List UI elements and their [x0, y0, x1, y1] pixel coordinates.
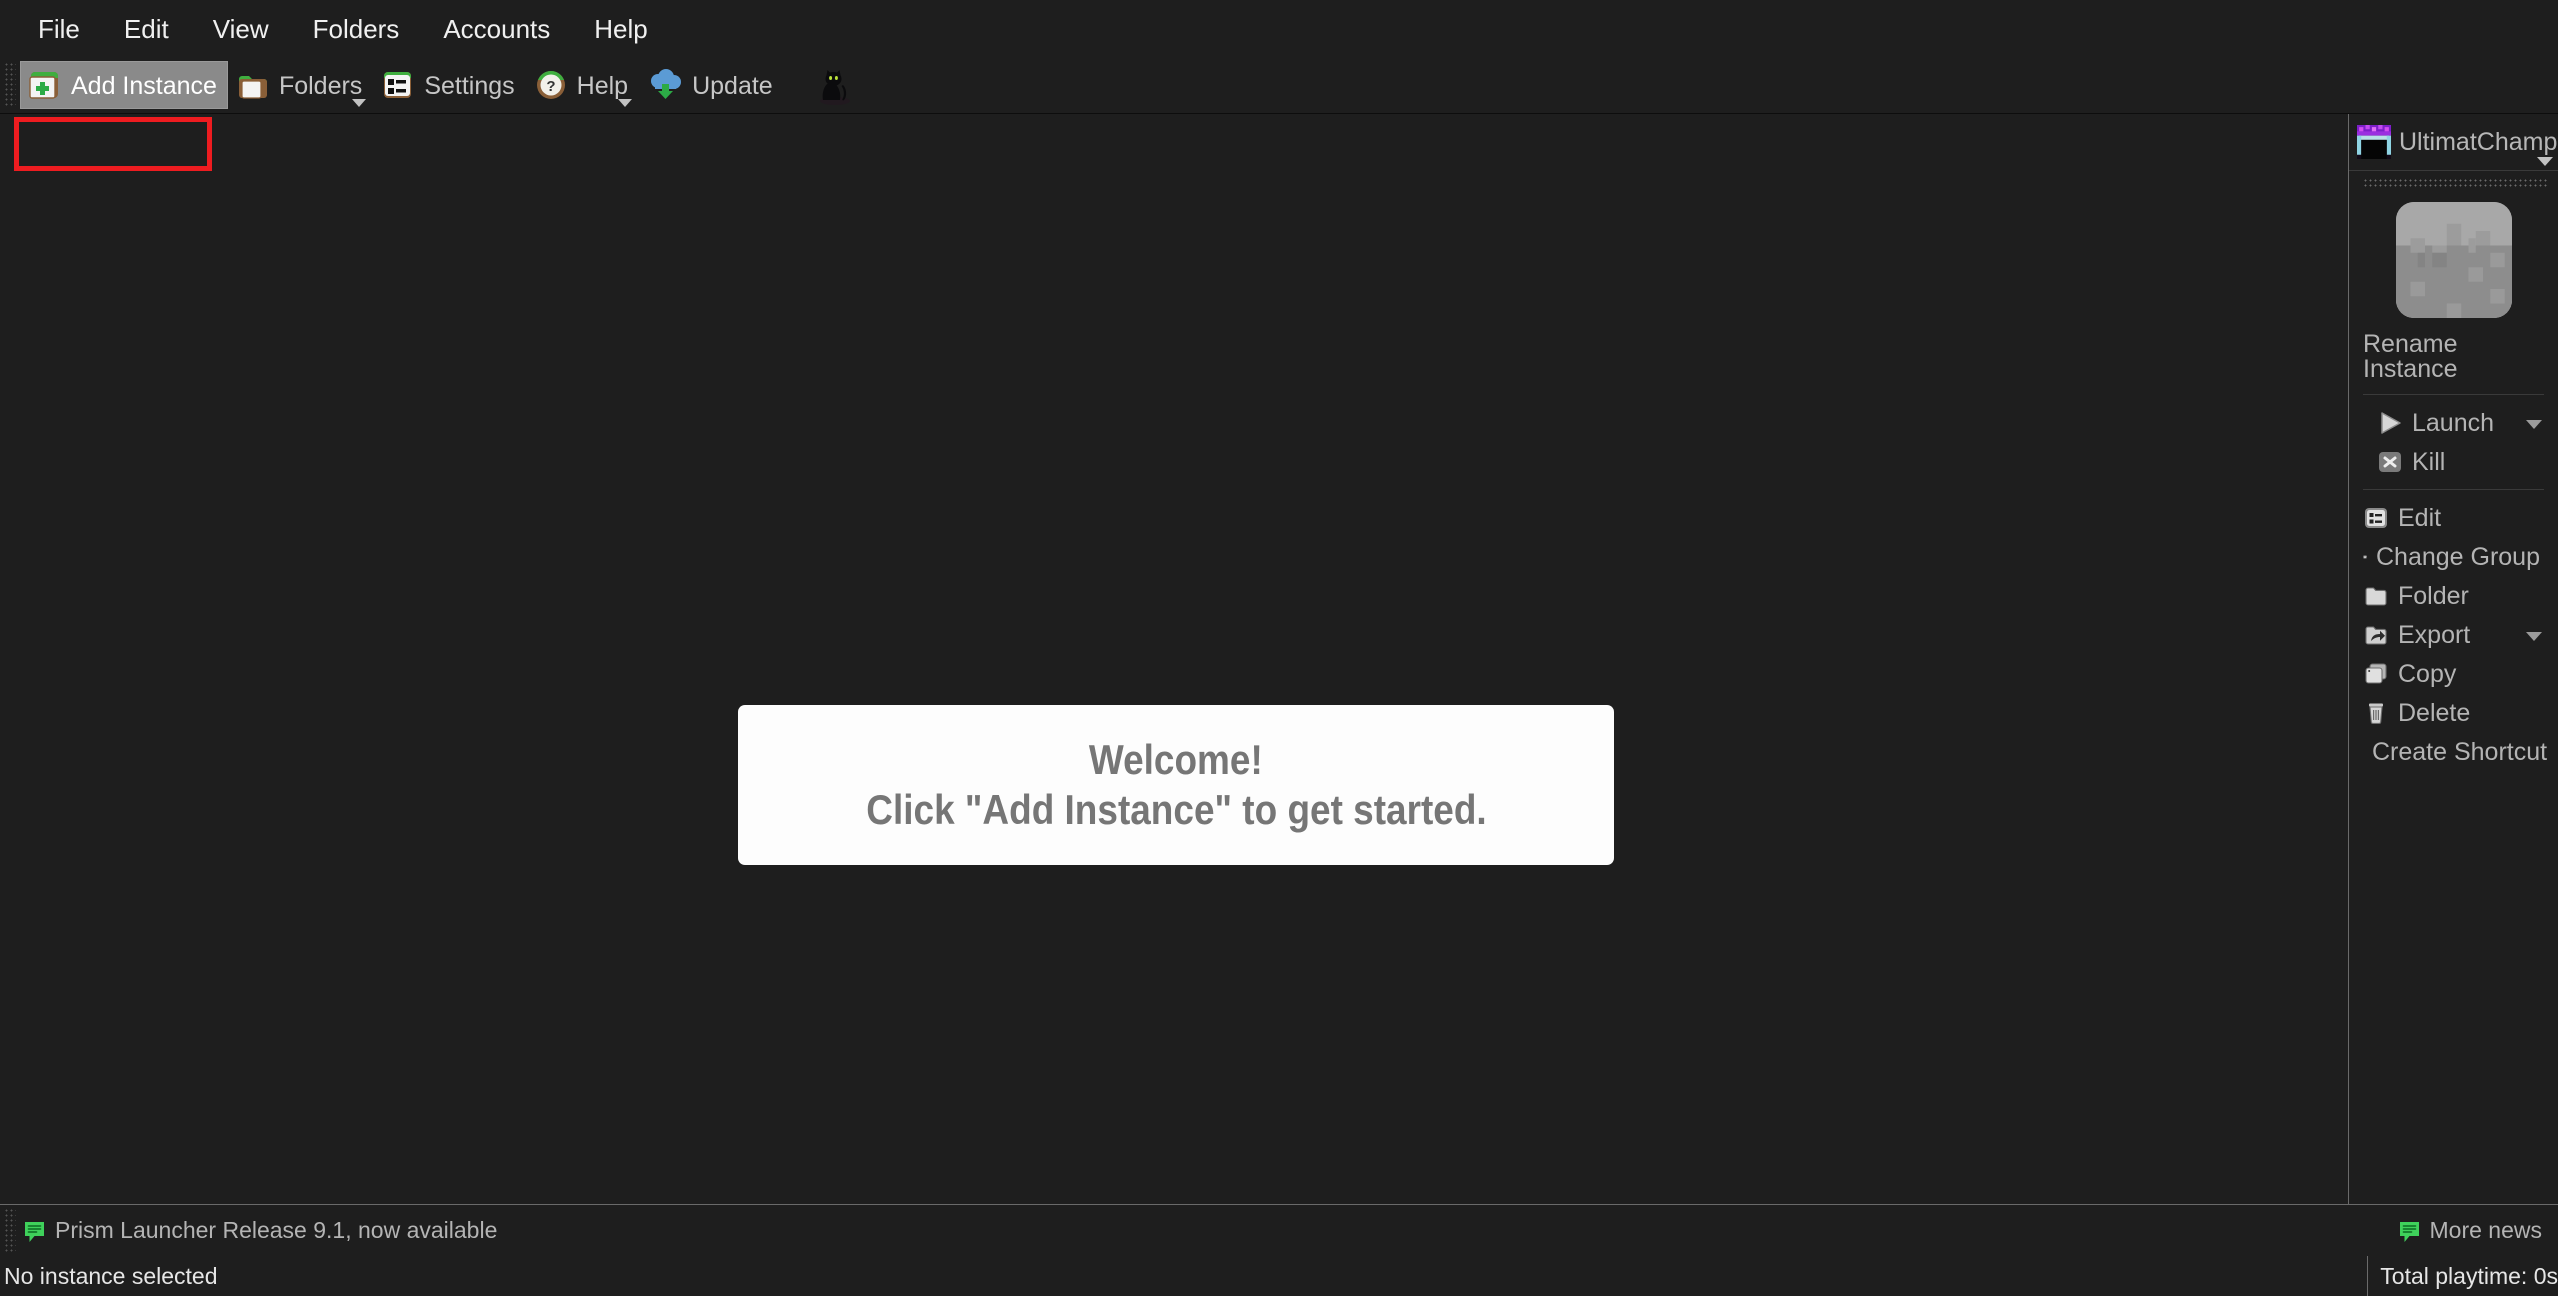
- update-button[interactable]: Update: [639, 61, 784, 109]
- sidebar-action-export[interactable]: Export: [2363, 615, 2544, 654]
- sidebar-action-edit-label: Edit: [2398, 504, 2442, 532]
- prism-launcher-window: File Edit View Folders Accounts Help Add…: [0, 0, 2558, 1296]
- account-selector[interactable]: UltimatChamp: [2349, 114, 2558, 171]
- chevron-down-icon[interactable]: [2526, 631, 2542, 641]
- folder-icon: [238, 76, 267, 99]
- sidebar-action-delete[interactable]: Delete: [2363, 693, 2544, 732]
- body-area: Welcome! Click "Add Instance" to get sta…: [0, 114, 2558, 1204]
- sidebar-action-copy[interactable]: Copy: [2363, 654, 2544, 693]
- status-selection: No instance selected: [4, 1262, 218, 1289]
- menu-accounts[interactable]: Accounts: [421, 10, 572, 48]
- sidebar-action-copy-label: Copy: [2398, 660, 2457, 688]
- sidebar-action-launch-label: Launch: [2412, 409, 2495, 437]
- sidebar-actions-primary: Launch Kill: [2363, 395, 2544, 490]
- sidebar-action-create-shortcut-label: Create Shortcut: [2372, 738, 2548, 766]
- kill-x-icon: [2379, 451, 2401, 472]
- cat-button[interactable]: [784, 61, 868, 109]
- edit-list-icon: [2365, 507, 2387, 528]
- trash-icon: [2369, 703, 2383, 724]
- chevron-down-icon[interactable]: [2537, 157, 2553, 166]
- menu-view[interactable]: View: [191, 10, 291, 48]
- menu-folders[interactable]: Folders: [291, 10, 422, 48]
- menu-bar: File Edit View Folders Accounts Help: [0, 0, 2558, 57]
- avatar: [2357, 125, 2391, 159]
- settings-icon: [384, 72, 412, 98]
- folders-button[interactable]: Folders: [228, 61, 373, 109]
- welcome-subtitle: Click "Add Instance" to get started.: [865, 786, 1487, 833]
- newsbar-drag-handle[interactable]: [4, 1208, 16, 1254]
- sidebar-action-change-group[interactable]: Change Group: [2363, 537, 2544, 576]
- menu-edit[interactable]: Edit: [102, 10, 191, 48]
- sidebar-action-export-label: Export: [2398, 621, 2471, 649]
- news-bar: Prism Launcher Release 9.1, now availabl…: [0, 1204, 2558, 1256]
- chevron-down-icon[interactable]: [2526, 419, 2542, 429]
- status-bar: No instance selected Total playtime: 0s: [0, 1256, 2558, 1296]
- help-question-icon: ?: [536, 71, 565, 99]
- status-playtime: Total playtime: 0s: [2367, 1256, 2558, 1296]
- instance-sidebar: UltimatChamp Rename Instance Launch Kill…: [2348, 114, 2558, 1204]
- instance-list-area[interactable]: Welcome! Click "Add Instance" to get sta…: [0, 114, 2348, 1204]
- account-name: UltimatChamp: [2399, 127, 2558, 156]
- add-instance-icon: [29, 72, 58, 99]
- sidebar-action-folder-label: Folder: [2398, 582, 2469, 610]
- export-share-icon: [2365, 625, 2387, 645]
- tag-icon: [2363, 554, 2367, 559]
- chevron-down-icon[interactable]: [618, 99, 633, 107]
- sidebar-action-create-shortcut[interactable]: Create Shortcut: [2363, 732, 2548, 771]
- news-headline: Prism Launcher Release 9.1, now availabl…: [55, 1217, 498, 1243]
- sidebar-action-launch[interactable]: Launch: [2377, 403, 2544, 442]
- add-instance-button[interactable]: Add Instance: [20, 61, 228, 109]
- sidebar-action-kill[interactable]: Kill: [2377, 442, 2544, 481]
- sidebar-action-kill-label: Kill: [2412, 448, 2446, 476]
- news-bubble-icon: [25, 1221, 44, 1242]
- chevron-down-icon[interactable]: [352, 99, 367, 107]
- svg-text:?: ?: [546, 78, 555, 95]
- add-instance-label: Add Instance: [71, 71, 217, 100]
- help-button[interactable]: ? Help: [526, 61, 639, 109]
- folder-icon: [2365, 586, 2387, 606]
- news-headline-link[interactable]: Prism Launcher Release 9.1, now availabl…: [22, 1217, 497, 1244]
- folders-label: Folders: [278, 71, 363, 100]
- sidebar-action-delete-label: Delete: [2398, 699, 2471, 727]
- more-news-link[interactable]: More news: [2397, 1217, 2542, 1244]
- cloud-download-icon: [651, 69, 682, 99]
- welcome-title: Welcome!: [1089, 735, 1263, 783]
- copy-icon: [2365, 662, 2387, 684]
- instance-summary: Rename Instance: [2363, 188, 2544, 395]
- sidebar-action-folder[interactable]: Folder: [2363, 576, 2544, 615]
- welcome-card: Welcome! Click "Add Instance" to get sta…: [738, 705, 1614, 865]
- grass-block-icon[interactable]: [2395, 202, 2512, 318]
- more-news-label: More news: [2429, 1217, 2542, 1243]
- sidebar-actions-secondary: Edit Change Group Folder Export Copy Del…: [2349, 490, 2548, 779]
- sidebar-action-change-group-label: Change Group: [2375, 543, 2540, 571]
- sidebar-action-edit[interactable]: Edit: [2363, 498, 2544, 537]
- play-icon: [2381, 411, 2401, 434]
- help-label: Help: [576, 71, 629, 100]
- cat-icon: [819, 70, 850, 105]
- settings-button[interactable]: Settings: [373, 61, 525, 109]
- settings-label: Settings: [424, 71, 515, 100]
- toolbar-drag-handle[interactable]: [4, 62, 16, 108]
- news-bubble-icon: [2399, 1221, 2419, 1242]
- update-label: Update: [692, 71, 773, 100]
- menu-help[interactable]: Help: [572, 10, 669, 48]
- menu-file[interactable]: File: [16, 10, 102, 48]
- rename-instance-label[interactable]: Rename Instance: [2363, 332, 2544, 382]
- main-toolbar: Add Instance Folders Settings ? Help Upd…: [0, 57, 2558, 171]
- sidebar-drag-handle[interactable]: [2363, 178, 2548, 188]
